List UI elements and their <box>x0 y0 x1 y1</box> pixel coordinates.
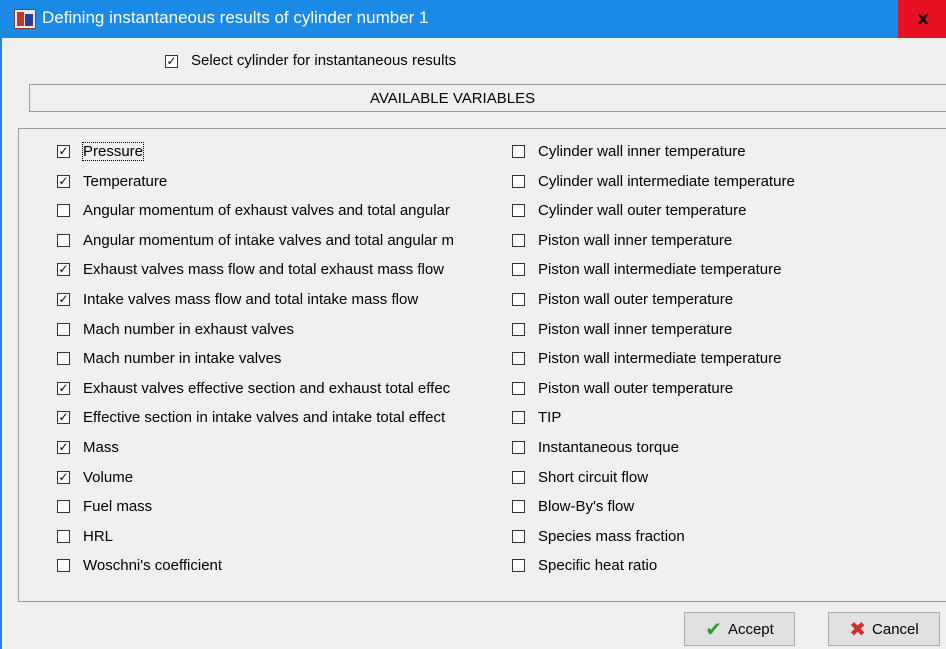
right-label-10: Instantaneous torque <box>538 439 679 456</box>
left-checkbox-6[interactable] <box>57 322 70 336</box>
left-label-0: Pressure <box>81 142 145 161</box>
right-checkbox-6[interactable] <box>512 322 525 336</box>
left-checkbox-8[interactable]: ✓ <box>57 381 70 395</box>
select-cylinder-checkbox[interactable]: ✓ <box>165 55 178 68</box>
left-label-9: Effective section in intake valves and i… <box>83 409 446 427</box>
right-label-12: Blow-By's flow <box>538 498 635 516</box>
left-label-13: HRL <box>83 527 114 545</box>
accept-button[interactable]: ✔ Accept <box>684 612 795 646</box>
left-checkbox-7[interactable] <box>57 352 70 366</box>
left-checkbox-1[interactable]: ✓ <box>57 174 70 188</box>
right-label-6: Piston wall inner temperature <box>538 320 733 338</box>
left-label-3: Angular momentum of intake valves and to… <box>83 231 455 249</box>
accept-label: Accept <box>727 620 774 638</box>
right-label-0: Cylinder wall inner temperature <box>538 143 746 160</box>
right-checkbox-12[interactable] <box>512 500 525 514</box>
left-checkbox-2[interactable] <box>57 204 70 218</box>
left-label-5: Intake valves mass flow and total intake… <box>83 291 419 308</box>
right-label-4: Piston wall intermediate temperature <box>538 261 782 279</box>
right-checkbox-11[interactable] <box>512 470 525 484</box>
right-checkbox-5[interactable] <box>512 293 525 306</box>
dialog-window: Defining instantaneous results of cylind… <box>0 0 946 649</box>
left-checkbox-5[interactable]: ✓ <box>57 293 70 306</box>
right-label-5: Piston wall outer temperature <box>538 291 734 308</box>
right-label-3: Piston wall inner temperature <box>538 231 733 249</box>
left-label-8: Exhaust valves effective section and exh… <box>83 379 451 397</box>
right-checkbox-0[interactable] <box>512 145 525 158</box>
right-label-8: Piston wall outer temperature <box>538 379 734 397</box>
right-checkbox-4[interactable] <box>512 263 525 277</box>
left-label-4: Exhaust valves mass flow and total exhau… <box>83 261 444 279</box>
left-label-12: Fuel mass <box>83 498 153 516</box>
right-checkbox-9[interactable] <box>512 411 525 425</box>
right-label-9: TIP <box>538 409 562 427</box>
right-checkbox-8[interactable] <box>512 381 525 395</box>
right-label-11: Short circuit flow <box>538 468 649 486</box>
checkmark-icon: ✔ <box>705 617 722 641</box>
cross-icon: ✖ <box>849 617 867 641</box>
close-button[interactable]: x <box>898 0 946 38</box>
right-checkbox-3[interactable] <box>512 233 525 247</box>
right-checkbox-2[interactable] <box>512 204 525 218</box>
right-checkbox-1[interactable] <box>512 174 525 188</box>
app-icon <box>14 9 36 29</box>
select-cylinder-label: Select cylinder for instantaneous result… <box>191 52 457 69</box>
available-variables-header: AVAILABLE VARIABLES <box>29 84 946 112</box>
left-label-11: Volume <box>83 468 134 486</box>
cancel-button[interactable]: ✖ Cancel <box>828 612 940 646</box>
left-label-2: Angular momentum of exhaust valves and t… <box>83 202 450 220</box>
left-checkbox-4[interactable]: ✓ <box>57 263 70 277</box>
title-bar[interactable]: Defining instantaneous results of cylind… <box>2 0 946 38</box>
right-checkbox-14[interactable] <box>512 559 525 573</box>
left-checkbox-0[interactable]: ✓ <box>57 145 70 158</box>
right-label-7: Piston wall intermediate temperature <box>538 350 782 368</box>
window-title: Defining instantaneous results of cylind… <box>42 8 429 27</box>
right-label-2: Cylinder wall outer temperature <box>538 202 747 220</box>
left-label-1: Temperature <box>83 172 168 190</box>
left-checkbox-13[interactable] <box>57 529 70 543</box>
left-checkbox-12[interactable] <box>57 500 70 514</box>
right-label-13: Species mass fraction <box>538 527 685 545</box>
left-label-6: Mach number in exhaust valves <box>83 320 294 338</box>
right-label-1: Cylinder wall intermediate temperature <box>538 172 795 190</box>
left-label-10: Mass <box>83 439 119 456</box>
right-label-14: Specific heat ratio <box>538 557 658 575</box>
right-checkbox-10[interactable] <box>512 441 525 454</box>
right-checkbox-13[interactable] <box>512 529 525 543</box>
left-label-14: Woschni's coefficient <box>83 557 223 575</box>
left-checkbox-14[interactable] <box>57 559 70 573</box>
cancel-label: Cancel <box>872 620 919 638</box>
left-checkbox-10[interactable]: ✓ <box>57 441 70 454</box>
right-checkbox-7[interactable] <box>512 352 525 366</box>
left-checkbox-11[interactable]: ✓ <box>57 470 70 484</box>
available-variables-title: AVAILABLE VARIABLES <box>370 90 536 107</box>
left-label-7: Mach number in intake valves <box>83 350 282 368</box>
left-checkbox-3[interactable] <box>57 233 70 247</box>
left-checkbox-9[interactable]: ✓ <box>57 411 70 425</box>
